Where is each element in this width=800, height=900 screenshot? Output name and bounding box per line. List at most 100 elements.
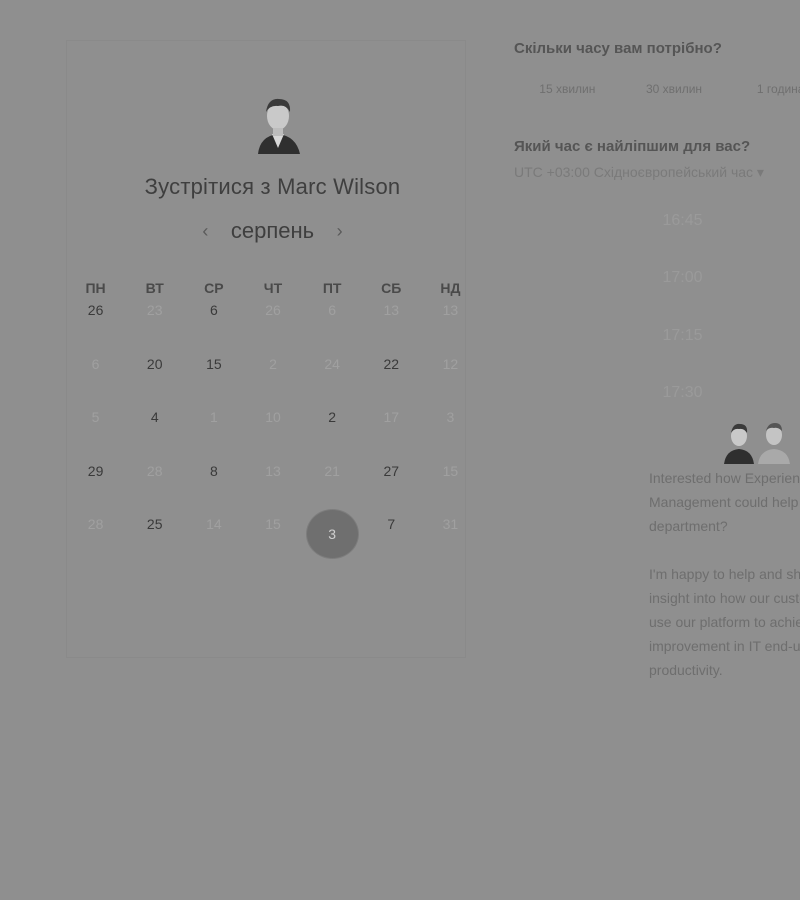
description-line: use our platform to achieve xyxy=(649,614,800,630)
calendar-day[interactable]: 15 xyxy=(184,352,243,406)
calendar-day-number: 21 xyxy=(324,462,340,479)
duration-options: 15 хвилин 30 хвилин 1 година xyxy=(514,82,800,96)
booking-page: Зустрітися з Marc Wilson ‹ серпень › ПН … xyxy=(0,0,800,900)
calendar-day-number: 26 xyxy=(265,302,281,318)
calendar-day[interactable]: 6 xyxy=(184,298,243,352)
time-slot[interactable]: 17:00 xyxy=(600,269,765,287)
weekday-label: НД xyxy=(440,280,461,296)
calendar-day-number: 31 xyxy=(442,516,459,532)
calendar-day[interactable]: 27 xyxy=(362,459,421,513)
calendar-day-number: 27 xyxy=(383,462,400,479)
duration-option-15[interactable]: 15 хвилин xyxy=(514,82,621,96)
calendar-day: 6 xyxy=(66,352,125,406)
team-avatars xyxy=(724,423,790,464)
calendar-day-number: 15 xyxy=(206,355,222,372)
calendar-day-number: 26 xyxy=(87,302,104,318)
calendar-day-number: 24 xyxy=(324,355,340,372)
calendar-day[interactable]: 29 xyxy=(66,459,125,513)
calendar-day: 14 xyxy=(184,512,243,566)
weekday-label: ПН xyxy=(85,280,106,296)
calendar-day-number: 15 xyxy=(265,516,281,532)
description-line: I'm happy to help and share xyxy=(649,566,800,582)
calendar-day-number: 13 xyxy=(442,302,459,318)
calendar-day: 13 xyxy=(243,459,302,513)
calendar-day-number: 13 xyxy=(265,462,281,479)
description-line: Interested how Experience xyxy=(649,470,800,486)
calendar-day: 15 xyxy=(243,512,302,566)
time-slot[interactable]: 17:15 xyxy=(600,327,765,345)
calendar-day: 17 xyxy=(362,405,421,459)
calendar-day: 6 xyxy=(303,298,362,352)
time-slot[interactable]: 16:45 xyxy=(600,212,765,230)
calendar-day: 1 xyxy=(184,405,243,459)
description-line: Management could help xyxy=(649,494,799,510)
calendar-day-selected[interactable]: 3 xyxy=(303,509,362,566)
calendar-day-number: 2 xyxy=(269,355,277,372)
time-question: Який час є найліпшим для вас? xyxy=(514,138,751,155)
calendar-day: 24 xyxy=(303,352,362,406)
calendar-day-number: 14 xyxy=(206,516,222,532)
calendar-day-number: 4 xyxy=(150,409,159,425)
duration-option-60[interactable]: 1 година xyxy=(727,82,800,96)
calendar-day-number: 17 xyxy=(383,409,400,425)
description-intro: Interested how Experience Management cou… xyxy=(649,466,800,538)
calendar-day: 15 xyxy=(421,459,480,513)
duration-option-30[interactable]: 30 хвилин xyxy=(621,82,728,96)
calendar-day[interactable]: 8 xyxy=(184,459,243,513)
calendar-day: 26 xyxy=(243,298,302,352)
calendar-week-row: 5 4 1 10 2 17 3 xyxy=(66,405,480,459)
calendar-day-number: 20 xyxy=(146,355,163,372)
time-slot[interactable]: 17:30 xyxy=(600,384,765,402)
calendar-day: 31 xyxy=(421,512,480,566)
calendar-day-number: 13 xyxy=(383,302,400,318)
calendar-day[interactable]: 7 xyxy=(362,512,421,566)
calendar-day-number: 25 xyxy=(146,516,163,532)
calendar-day[interactable]: 20 xyxy=(125,352,184,406)
description-line: insight into how our customers xyxy=(649,590,800,606)
calendar-day[interactable]: 25 xyxy=(125,512,184,566)
description-line: department? xyxy=(649,518,728,534)
timezone-select[interactable]: UTC +03:00 Східноєвропейський час ▾ xyxy=(514,164,764,181)
month-navigation: ‹ серпень › xyxy=(0,218,545,244)
calendar-day-number: 7 xyxy=(387,516,396,532)
calendar-day: 3 xyxy=(421,405,480,459)
calendar-day: 5 xyxy=(66,405,125,459)
duration-question: Скільки часу вам потрібно? xyxy=(514,40,722,57)
calendar-day-number: 28 xyxy=(87,516,104,532)
weekday-header: ПН ВТ СР ЧТ ПТ СБ НД xyxy=(66,278,480,298)
calendar-day-number: 1 xyxy=(209,409,218,425)
calendar-day-number: 10 xyxy=(265,409,281,425)
description-details: I'm happy to help and share insight into… xyxy=(649,562,800,682)
calendar-day-number: 6 xyxy=(209,302,218,318)
weekday-label: ЧТ xyxy=(263,280,283,296)
calendar-day[interactable]: 26 xyxy=(66,298,125,352)
calendar-day[interactable]: 4 xyxy=(125,405,184,459)
calendar-week-row: 29 28 8 13 21 27 15 xyxy=(66,459,480,513)
calendar-day: 10 xyxy=(243,405,302,459)
calendar-day-number: 3 xyxy=(446,409,455,425)
calendar-week-row: 6 20 15 2 24 22 12 xyxy=(66,352,480,406)
calendar-day-number: 29 xyxy=(87,462,104,479)
calendar-day: 13 xyxy=(421,298,480,352)
month-label: серпень xyxy=(230,218,315,243)
calendar-day-number: 22 xyxy=(383,355,400,372)
calendar-day-number: 15 xyxy=(442,462,459,479)
chevron-left-icon[interactable]: ‹ xyxy=(202,221,208,242)
calendar-body: 26 23 6 26 6 13 13 6 20 15 2 24 22 12 5 4 1 10 2 17 3 29 28 8 13… xyxy=(66,298,480,566)
calendar-day-number: 23 xyxy=(146,302,163,318)
calendar-day-number: 28 xyxy=(146,462,163,479)
calendar-day: 21 xyxy=(303,459,362,513)
calendar-day-number: 3 xyxy=(305,509,359,559)
description-line: productivity. xyxy=(649,662,723,678)
page-title: Зустрітися з Marc Wilson xyxy=(144,174,401,199)
calendar-day-number: 6 xyxy=(91,355,100,372)
calendar-day[interactable]: 2 xyxy=(303,405,362,459)
chevron-right-icon[interactable]: › xyxy=(337,221,343,242)
calendar-week-row: 26 23 6 26 6 13 13 xyxy=(66,298,480,352)
weekday-label: ВТ xyxy=(145,280,164,296)
calendar-day[interactable]: 22 xyxy=(362,352,421,406)
description-line: improvement in IT end-user xyxy=(649,638,800,654)
calendar-day: 28 xyxy=(66,512,125,566)
host-avatar xyxy=(250,90,306,154)
calendar-day-number: 6 xyxy=(328,302,337,318)
